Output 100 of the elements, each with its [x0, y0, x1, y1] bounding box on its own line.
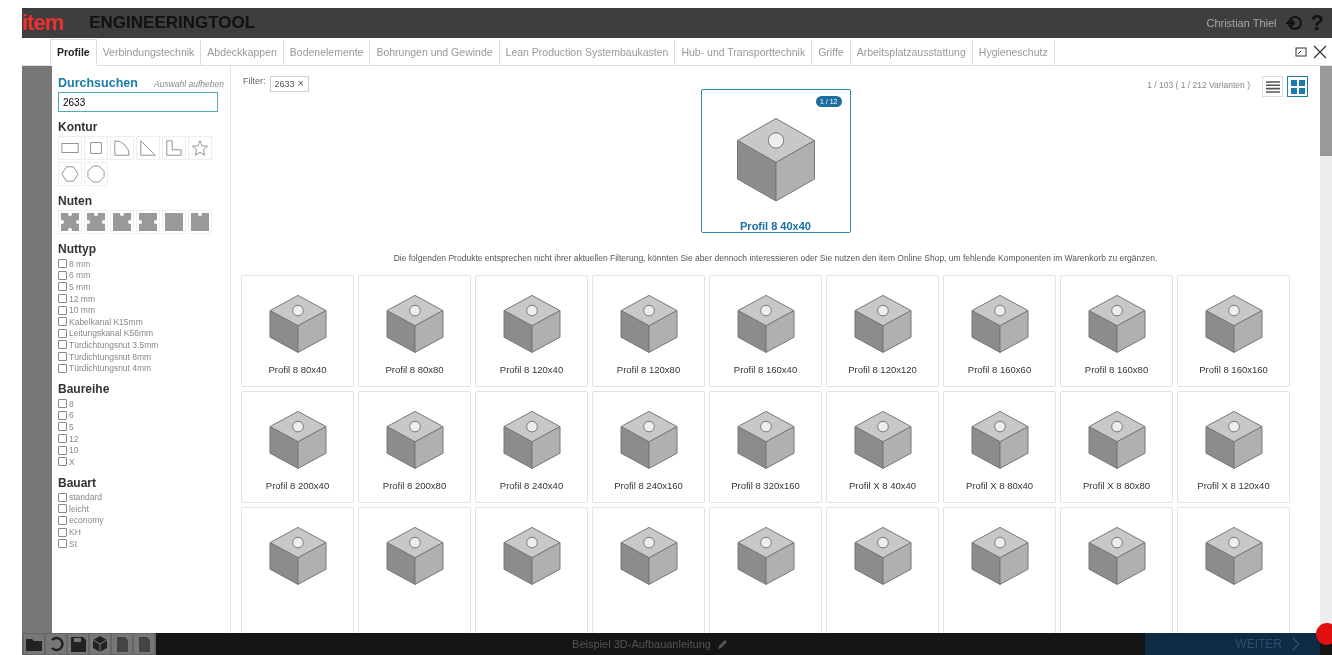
- checkbox[interactable]: [58, 399, 67, 409]
- option-label: Kabelkanal K15mm: [69, 316, 143, 327]
- toolbar-button[interactable]: [134, 634, 154, 654]
- option-label: 12: [69, 433, 79, 444]
- toolbar-button[interactable]: [112, 634, 132, 654]
- slot-filter-button[interactable]: [136, 210, 160, 234]
- product-card[interactable]: Profil 8 160x80: [1060, 275, 1173, 387]
- product-card[interactable]: Profil 8 240x40: [475, 391, 588, 503]
- product-card[interactable]: [1060, 507, 1173, 633]
- option-label: X: [69, 456, 75, 467]
- filter-label: Filter:: [243, 76, 266, 86]
- product-card[interactable]: Profil 8 160x60: [943, 275, 1056, 387]
- product-card[interactable]: [826, 507, 939, 633]
- list-view-button[interactable]: [1262, 76, 1283, 97]
- clear-selection-link[interactable]: Auswahl aufheben: [154, 79, 224, 89]
- product-card[interactable]: [592, 507, 705, 633]
- product-card[interactable]: [709, 507, 822, 633]
- contour-filter-button[interactable]: [58, 136, 82, 160]
- logo-text: item: [22, 10, 64, 36]
- scrollbar-thumb[interactable]: [1320, 66, 1332, 156]
- product-card[interactable]: Profil 8 160x160: [1177, 275, 1290, 387]
- checkbox[interactable]: [58, 294, 67, 304]
- product-card[interactable]: Profil 8 120x80: [592, 275, 705, 387]
- window-icon[interactable]: [1294, 44, 1308, 59]
- checkbox[interactable]: [58, 527, 67, 537]
- checkbox[interactable]: [58, 340, 67, 350]
- section-heading: Bauart: [58, 475, 97, 490]
- product-card[interactable]: Profil 8 160x40: [709, 275, 822, 387]
- product-card[interactable]: Profil 8 240x160: [592, 391, 705, 503]
- option-label: Leitungskanal K56mm: [69, 328, 154, 339]
- section-heading: Nuten: [58, 194, 93, 208]
- product-card[interactable]: Profil X 8 80x40: [943, 391, 1056, 503]
- product-card[interactable]: Profil X 8 120x40: [1177, 391, 1290, 503]
- option-label: 8 mm: [69, 258, 91, 269]
- checkbox[interactable]: [58, 516, 67, 525]
- checkbox[interactable]: [58, 434, 67, 443]
- option-label: St: [69, 538, 78, 549]
- product-card[interactable]: Profil 8 120x120: [826, 275, 939, 387]
- contour-filter-button[interactable]: [136, 136, 160, 160]
- product-card[interactable]: Profil 8 320x160: [709, 391, 822, 503]
- toolbar-button[interactable]: [24, 634, 44, 654]
- checkbox[interactable]: [58, 410, 67, 420]
- contour-filter-button[interactable]: [84, 136, 108, 160]
- contour-filter-button[interactable]: [58, 162, 82, 186]
- slot-filter-button[interactable]: [84, 210, 108, 234]
- product-card[interactable]: Profil 8 80x40: [241, 275, 354, 387]
- checkbox[interactable]: [58, 328, 67, 338]
- product-name: Profil X 8 40x40: [848, 480, 917, 491]
- contour-filter-button[interactable]: [188, 136, 212, 160]
- product-name: Profil X 8 80x40: [965, 480, 1034, 491]
- toolbar-button[interactable]: [46, 634, 66, 654]
- slot-filter-button[interactable]: [58, 210, 82, 234]
- product-card[interactable]: [1177, 507, 1290, 633]
- product-card[interactable]: Profil 8 200x40: [241, 391, 354, 503]
- product-name: Profil 8 160x80: [1084, 364, 1149, 375]
- checkbox[interactable]: [58, 259, 67, 269]
- product-card[interactable]: Profil 8 80x80: [358, 275, 471, 387]
- product-card[interactable]: [475, 507, 588, 633]
- product-card[interactable]: Profil 8 120x40: [475, 275, 588, 387]
- product-card[interactable]: Profil 8 200x80: [358, 391, 471, 503]
- toolbar-button[interactable]: [68, 634, 88, 654]
- filter-chip[interactable]: 2633 ×: [269, 76, 309, 92]
- product-card[interactable]: [241, 507, 354, 633]
- checkbox[interactable]: [58, 539, 67, 549]
- product-card[interactable]: Profil X 8 40x40: [826, 391, 939, 503]
- checkbox[interactable]: [58, 305, 67, 315]
- product-name: Profil 8 120x40: [499, 364, 564, 375]
- checkbox[interactable]: [58, 270, 67, 280]
- checkbox[interactable]: [58, 352, 67, 362]
- option-label: 10: [69, 445, 79, 456]
- product-name: Profil 8 40x40: [740, 220, 811, 232]
- checkbox[interactable]: [58, 504, 67, 514]
- category-tab[interactable]: Profile: [50, 39, 97, 66]
- grid-view-button[interactable]: [1287, 76, 1308, 97]
- pencil-icon[interactable]: [716, 638, 729, 650]
- checkbox[interactable]: [58, 282, 67, 292]
- contour-filter-button[interactable]: [84, 162, 108, 186]
- triangle-icon: [139, 139, 157, 157]
- checkbox[interactable]: [58, 457, 67, 467]
- contour-filter-button[interactable]: [162, 136, 186, 160]
- profile-section-icon: [191, 213, 209, 231]
- search-heading: Durchsuchen: [58, 76, 138, 90]
- slot-filter-button[interactable]: [188, 210, 212, 234]
- checkbox[interactable]: [58, 492, 67, 502]
- product-name: Profil 8 320x160: [731, 480, 800, 491]
- checkbox[interactable]: [58, 445, 67, 455]
- toolbar-button[interactable]: [90, 634, 110, 654]
- checkbox[interactable]: [58, 317, 67, 327]
- checkbox[interactable]: [58, 422, 67, 432]
- close-icon[interactable]: [1312, 43, 1328, 60]
- product-card[interactable]: Profil X 8 80x80: [1060, 391, 1173, 503]
- slot-filter-button[interactable]: [162, 210, 186, 234]
- product-card[interactable]: [943, 507, 1056, 633]
- product-card[interactable]: [358, 507, 471, 633]
- contour-filter-button[interactable]: [110, 136, 134, 160]
- logout-icon[interactable]: [1284, 14, 1303, 32]
- search-field[interactable]: 2633: [58, 92, 218, 112]
- checkbox[interactable]: [58, 363, 67, 373]
- option-label: standard: [69, 492, 103, 503]
- slot-filter-button[interactable]: [110, 210, 134, 234]
